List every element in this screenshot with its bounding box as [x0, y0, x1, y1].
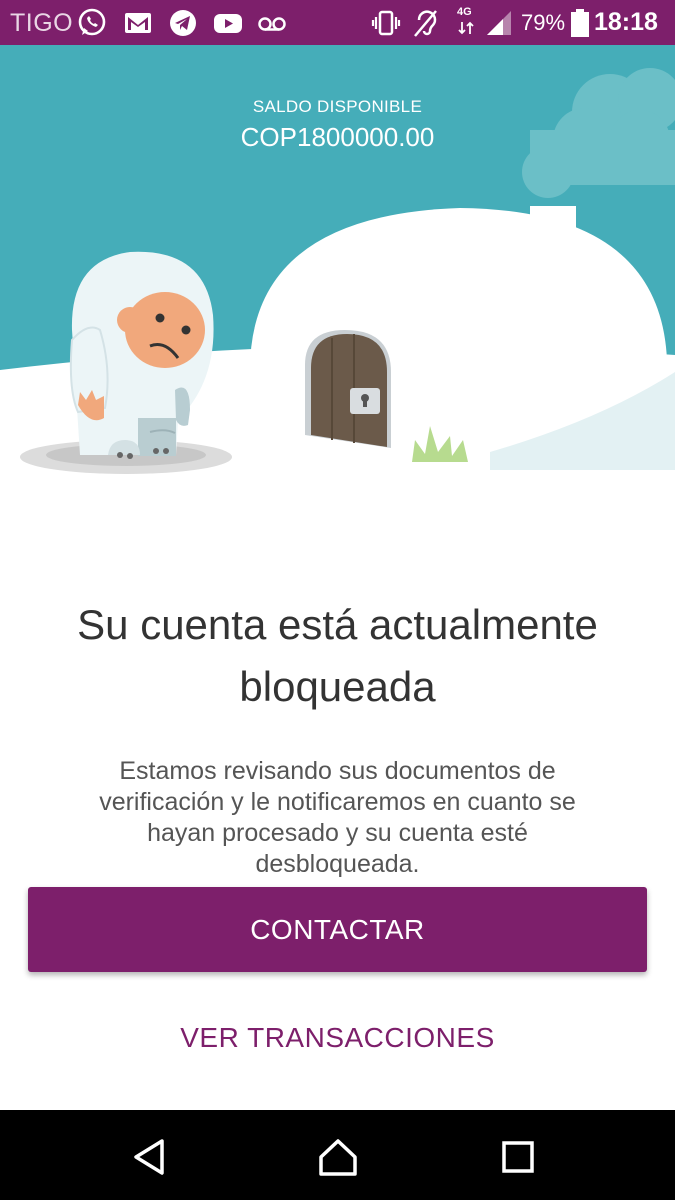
chimney: [530, 206, 576, 236]
carrier-name: TIGO: [10, 9, 74, 37]
youtube-icon: [214, 14, 242, 33]
hearing-aid-icon: [414, 10, 437, 37]
locked-door: [305, 330, 391, 448]
vibrate-icon: [371, 10, 401, 36]
whatsapp-icon: [78, 8, 106, 36]
status-bar: TIGO 4G 79% 18:18: [0, 0, 675, 45]
balance-label: SALDO DISPONIBLE: [252, 97, 423, 116]
home-icon[interactable]: [316, 1135, 360, 1179]
battery-icon: [571, 9, 589, 37]
view-transactions-button[interactable]: VER TRANSACCIONES: [100, 1012, 575, 1064]
telegram-icon: [170, 10, 196, 36]
contact-button[interactable]: CONTACTAR: [28, 887, 647, 972]
hero-illustration: SALDO DISPONIBLE COP1800000.00: [0, 45, 675, 515]
gmail-icon: [125, 13, 151, 33]
4g-icon: 4G: [455, 6, 477, 38]
back-icon[interactable]: [128, 1135, 172, 1179]
battery-percentage: 79%: [521, 10, 566, 35]
signal-icon: [487, 11, 511, 35]
status-message: Estamos revisando sus documentos de veri…: [99, 757, 576, 878]
recents-icon[interactable]: [496, 1135, 540, 1179]
voicemail-icon: [258, 17, 286, 31]
navigation-bar: [0, 1110, 675, 1200]
balance-value: COP1800000.00: [240, 122, 435, 152]
clock: 18:18: [594, 8, 658, 36]
page-title: Su cuenta está actualmente bloqueada: [77, 601, 598, 710]
